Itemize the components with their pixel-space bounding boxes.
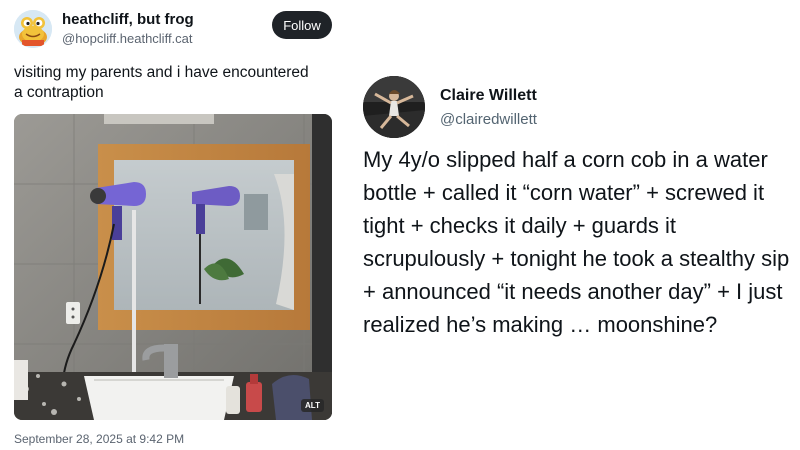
left-post: heathcliff, but frog @hopcliff.heathclif… (0, 0, 345, 450)
post-photo[interactable]: ALT (14, 114, 332, 420)
author-handle[interactable]: @hopcliff.heathcliff.cat (62, 31, 193, 46)
author-display-name[interactable]: heathcliff, but frog (62, 11, 194, 28)
profile-photo (363, 76, 425, 138)
post-text: My 4y/o slipped half a corn cob in a wat… (363, 147, 790, 337)
post-text: visiting my parents and i have encounter… (14, 64, 309, 101)
avatar[interactable] (14, 10, 52, 48)
timestamp[interactable]: September 28, 2025 at 9:42 PM (14, 432, 184, 446)
author-display-name[interactable]: Claire Willett (440, 87, 537, 105)
avatar[interactable] (363, 76, 425, 138)
frog-avatar-icon (14, 10, 52, 48)
follow-button[interactable]: Follow (272, 11, 332, 39)
alt-badge[interactable]: ALT (301, 399, 324, 412)
author-handle[interactable]: @clairedwillett (440, 111, 537, 128)
right-post: Claire Willett @clairedwillett My 4y/o s… (350, 0, 800, 450)
bathroom-photo-illustration (14, 114, 332, 420)
